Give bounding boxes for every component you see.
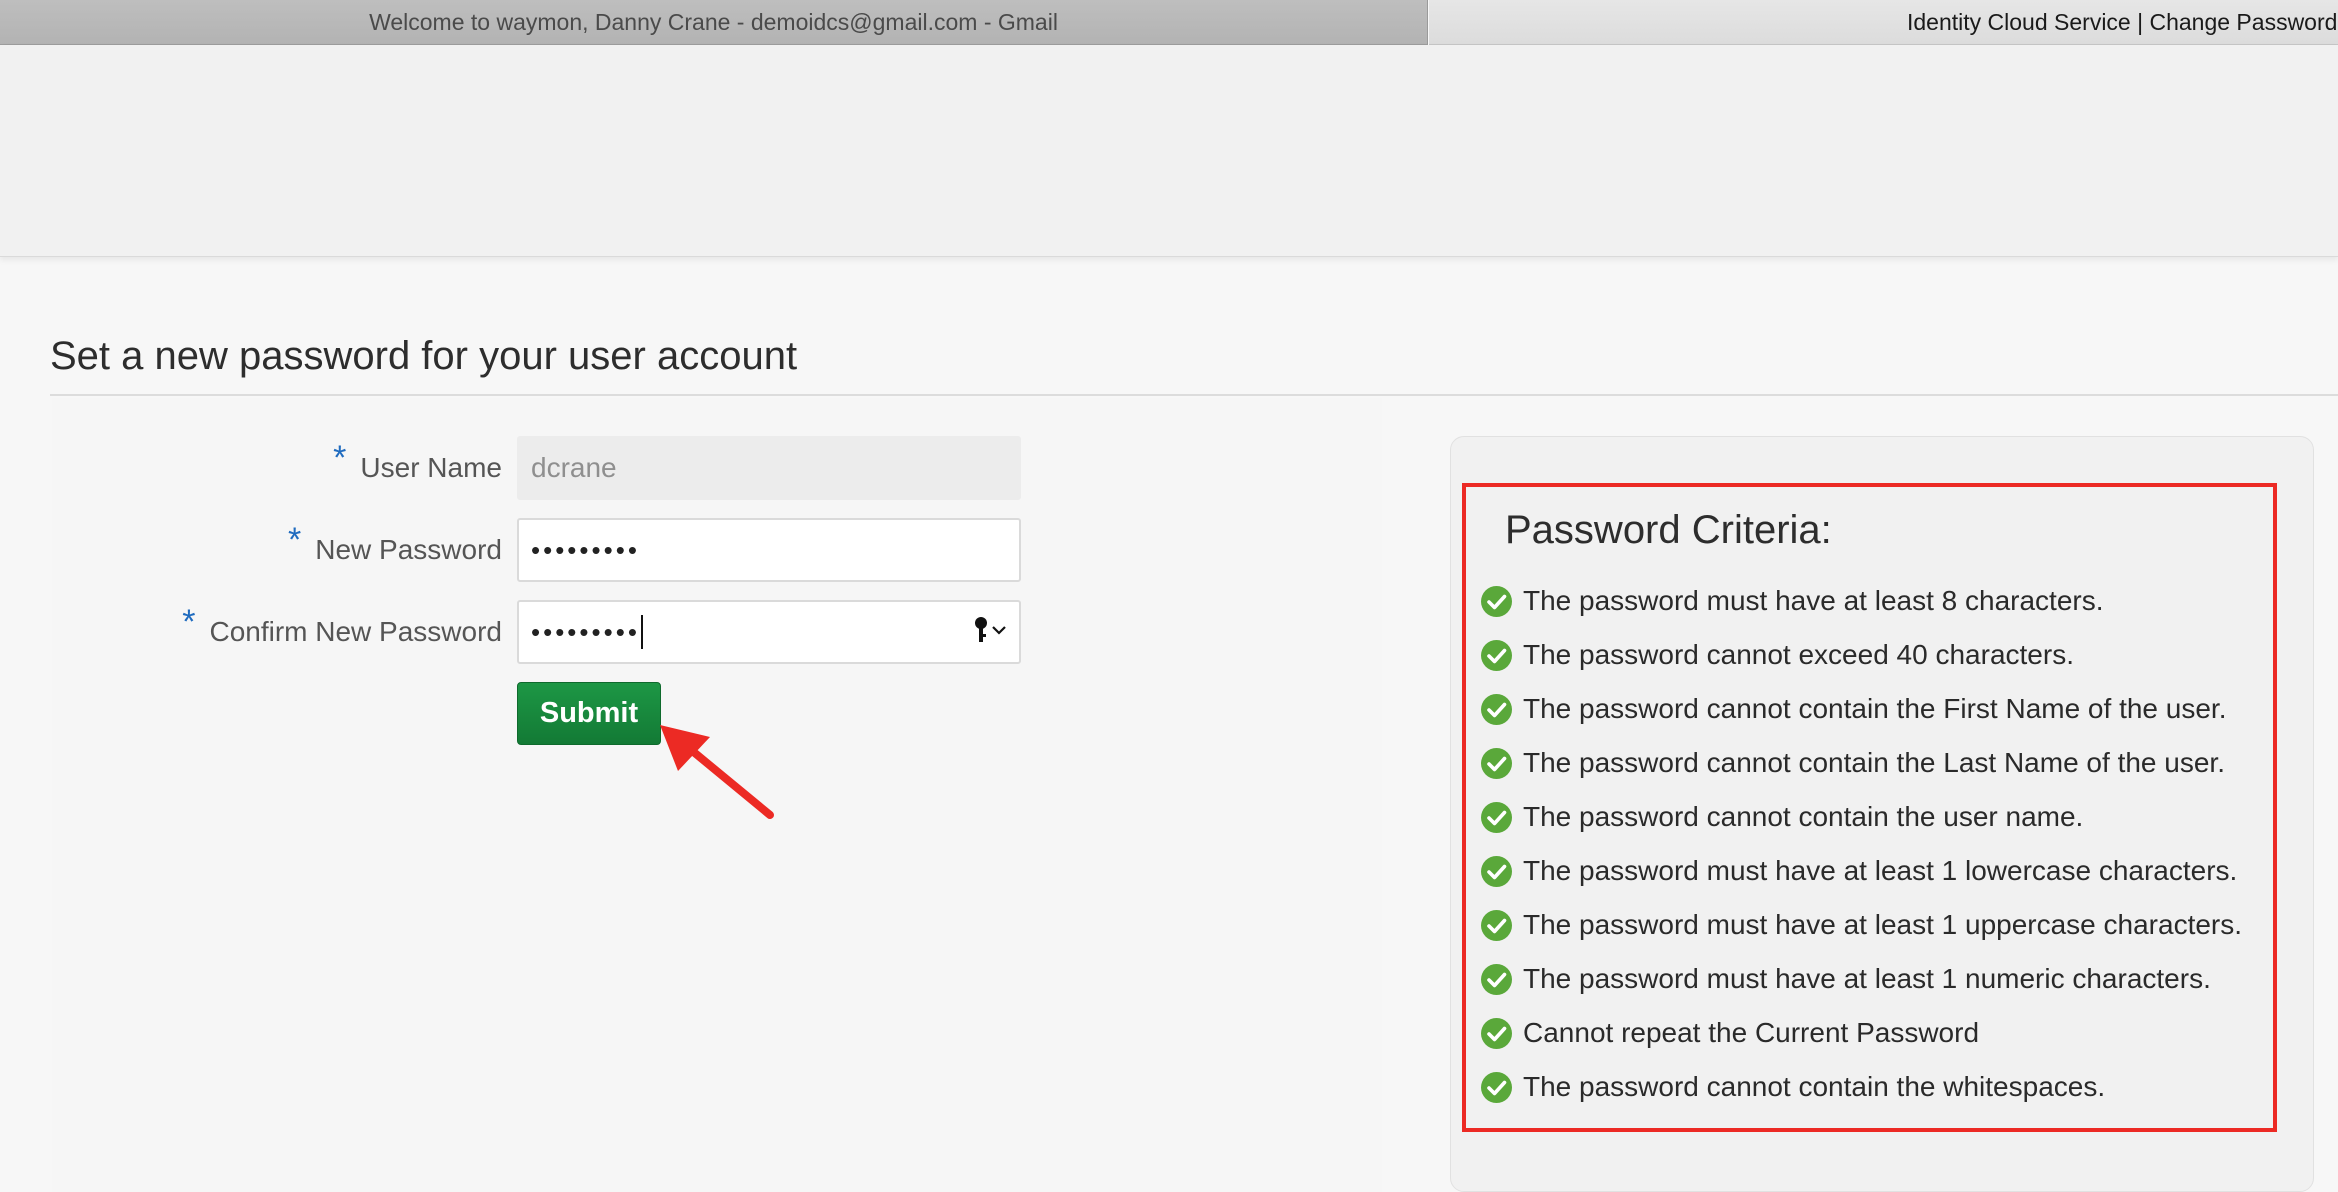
criteria-item: The password cannot contain the whitespa… [1480,1060,2242,1114]
check-circle-icon [1481,963,1512,995]
new-password-masked-value: ••••••••• [531,534,640,565]
check-circle-icon [1481,693,1512,725]
criteria-item-text: The password cannot contain the whitespa… [1523,1071,2106,1102]
username-field: dcrane [517,436,1021,500]
check-circle-icon [1481,801,1512,833]
check-circle-icon [1481,909,1512,941]
check-circle-icon [1481,585,1512,617]
title-divider [50,394,2338,396]
required-marker: * [333,438,347,477]
tab-label: Welcome to waymon, Danny Crane - demoidc… [369,8,1058,35]
annotation-arrow [660,725,774,819]
new-password-label-text: New Password [315,534,502,565]
criteria-item-text: The password cannot contain the user nam… [1523,801,2084,832]
username-value: dcrane [531,452,617,483]
criteria-item: The password cannot contain the First Na… [1480,682,2242,736]
criteria-item: The password must have at least 1 lowerc… [1480,844,2242,898]
confirm-password-label: * Confirm New Password [182,600,502,664]
criteria-item-text: The password must have at least 1 lowerc… [1523,855,2238,886]
check-circle-icon [1481,1017,1512,1049]
criteria-item-text: The password must have at least 1 upperc… [1523,909,2243,940]
criteria-title: Password Criteria: [1505,508,1832,552]
confirm-password-label-text: Confirm New Password [209,616,502,647]
key-icon [975,617,987,642]
criteria-item-text: The password cannot exceed 40 characters… [1523,639,2074,670]
criteria-item: The password must have at least 1 upperc… [1480,898,2242,952]
check-circle-icon [1481,855,1512,887]
criteria-item: The password cannot contain the user nam… [1480,790,2242,844]
browser-tab-gmail[interactable]: Welcome to waymon, Danny Crane - demoidc… [0,0,1428,45]
required-marker: * [288,520,302,559]
criteria-item-text: The password cannot contain the Last Nam… [1523,747,2225,778]
new-password-label: * New Password [288,518,502,582]
required-marker: * [182,602,196,641]
browser-tab-change-password[interactable]: Identity Cloud Service | Change Password [1429,0,2338,45]
new-password-row: * New Password ••••••••• [0,518,1050,582]
criteria-item-text: The password cannot contain the First Na… [1523,693,2227,724]
criteria-list: The password must have at least 8 charac… [1480,574,2242,1114]
username-row: * User Name dcrane [0,436,1050,500]
tab-label: Identity Cloud Service | Change Password [1907,8,2338,35]
criteria-item-text: The password must have at least 1 numeri… [1523,963,2211,994]
criteria-item-text: The password must have at least 8 charac… [1523,585,2104,616]
criteria-item: Cannot repeat the Current Password [1480,1006,2242,1060]
username-label: * User Name [333,436,502,500]
confirm-password-field[interactable]: ••••••••• [517,600,1021,664]
page-header [0,45,2338,257]
check-circle-icon [1481,747,1512,779]
confirm-password-masked-value: ••••••••• [531,616,640,647]
username-label-text: User Name [360,452,502,483]
app-window: Welcome to waymon, Danny Crane - demoidc… [0,0,2338,1192]
new-password-field[interactable]: ••••••••• [517,518,1021,582]
chevron-down-icon [992,626,1006,635]
criteria-item-text: Cannot repeat the Current Password [1523,1017,1980,1048]
check-circle-icon [1481,639,1512,671]
browser-tab-strip: Welcome to waymon, Danny Crane - demoidc… [0,0,2338,45]
criteria-item: The password cannot exceed 40 characters… [1480,628,2242,682]
password-autofill-button[interactable] [974,616,1007,644]
page-title: Set a new password for your user account [50,334,798,378]
criteria-item: The password must have at least 8 charac… [1480,574,2242,628]
confirm-password-row: * Confirm New Password ••••••••• [0,600,1050,664]
check-circle-icon [1481,1071,1512,1103]
criteria-item: The password cannot contain the Last Nam… [1480,736,2242,790]
submit-button[interactable]: Submit [517,682,661,745]
criteria-item: The password must have at least 1 numeri… [1480,952,2242,1006]
text-cursor [640,615,643,649]
